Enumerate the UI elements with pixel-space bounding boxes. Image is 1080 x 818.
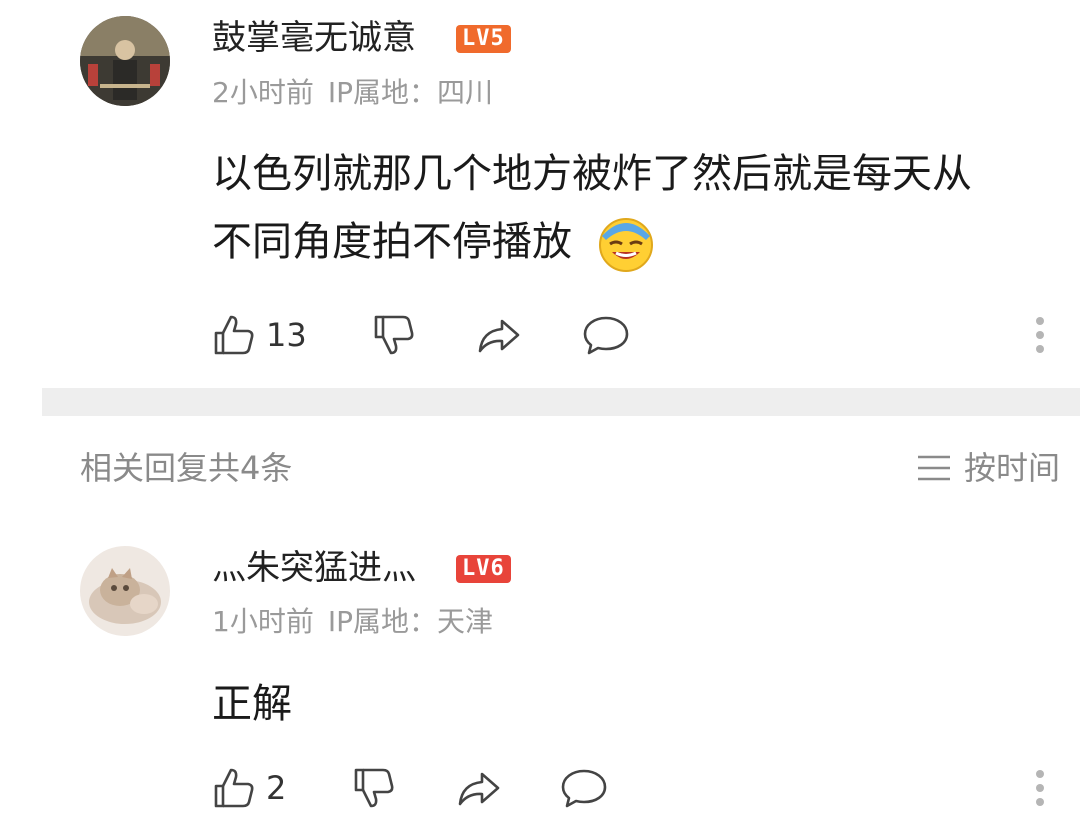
username[interactable]: 鼓掌毫无诚意: [212, 18, 416, 58]
dislike-button[interactable]: [372, 313, 416, 357]
reply-share-button[interactable]: [456, 766, 502, 810]
more-vertical-icon-dot: [1036, 784, 1044, 792]
more-vertical-icon-dot: [1036, 317, 1044, 325]
sort-lines-icon: [917, 455, 950, 481]
comment-text-line-1: 以色列就那几个地方被炸了然后就是每天从: [212, 151, 972, 197]
thumbs-down-icon: [374, 315, 414, 355]
reply-meta: 1小时前 IP属地：天津: [212, 605, 493, 639]
sort-toggle[interactable]: 按时间: [916, 448, 1060, 488]
sort-label: 按时间: [963, 449, 1060, 487]
comment-time: 2小时前: [212, 76, 314, 109]
reply-time: 1小时前: [212, 605, 314, 638]
reply-more-button[interactable]: [1036, 770, 1044, 806]
share-button[interactable]: [476, 313, 522, 357]
comment-meta: 2小时前 IP属地：四川: [212, 76, 493, 110]
more-vertical-icon-dot: [1036, 770, 1044, 778]
comment-content: 以色列就那几个地方被炸了然后就是每天从 不同角度拍不停播放: [212, 140, 972, 276]
replies-count-header: 相关回复共4条: [80, 449, 293, 487]
more-button[interactable]: [1036, 317, 1044, 353]
share-arrow-icon: [458, 772, 500, 806]
ip-location: IP属地：四川: [327, 76, 493, 109]
comment-bubble-icon: [583, 316, 629, 355]
reply-level-badge: LV6: [456, 555, 511, 583]
comment-bubble-icon: [561, 769, 607, 808]
like-count: 13: [266, 316, 307, 354]
comment-page: 鼓掌毫无诚意 LV5 2小时前 IP属地：四川 以色列就那几个地方被炸了然后就是每…: [0, 0, 1080, 818]
reply-like-button[interactable]: 2: [212, 766, 286, 810]
comment-button[interactable]: [582, 314, 630, 356]
like-button[interactable]: 13: [212, 313, 307, 357]
comment-text-line-2-text: 不同角度拍不停播放: [212, 219, 572, 265]
avatar[interactable]: [80, 16, 170, 106]
level-badge: LV5: [456, 25, 511, 53]
thumbs-up-icon: [214, 315, 254, 355]
more-vertical-icon-dot: [1036, 345, 1044, 353]
reply-content: 正解: [212, 681, 292, 727]
sweat-laugh-emoji: [596, 214, 656, 274]
thumbs-up-icon: [214, 768, 254, 808]
reply-like-count: 2: [266, 769, 287, 807]
section-divider: [42, 388, 1080, 416]
more-vertical-icon-dot: [1036, 798, 1044, 806]
reply-comment-button[interactable]: [560, 767, 608, 809]
reply-avatar[interactable]: [80, 546, 170, 636]
reply-ip-location: IP属地：天津: [327, 605, 493, 638]
reply-dislike-button[interactable]: [352, 766, 396, 810]
share-arrow-icon: [478, 319, 520, 353]
more-vertical-icon-dot: [1036, 331, 1044, 339]
thumbs-down-icon: [354, 768, 394, 808]
comment-text-line-2: 不同角度拍不停播放: [212, 208, 972, 276]
reply-username[interactable]: 灬朱突猛进灬: [212, 548, 416, 588]
